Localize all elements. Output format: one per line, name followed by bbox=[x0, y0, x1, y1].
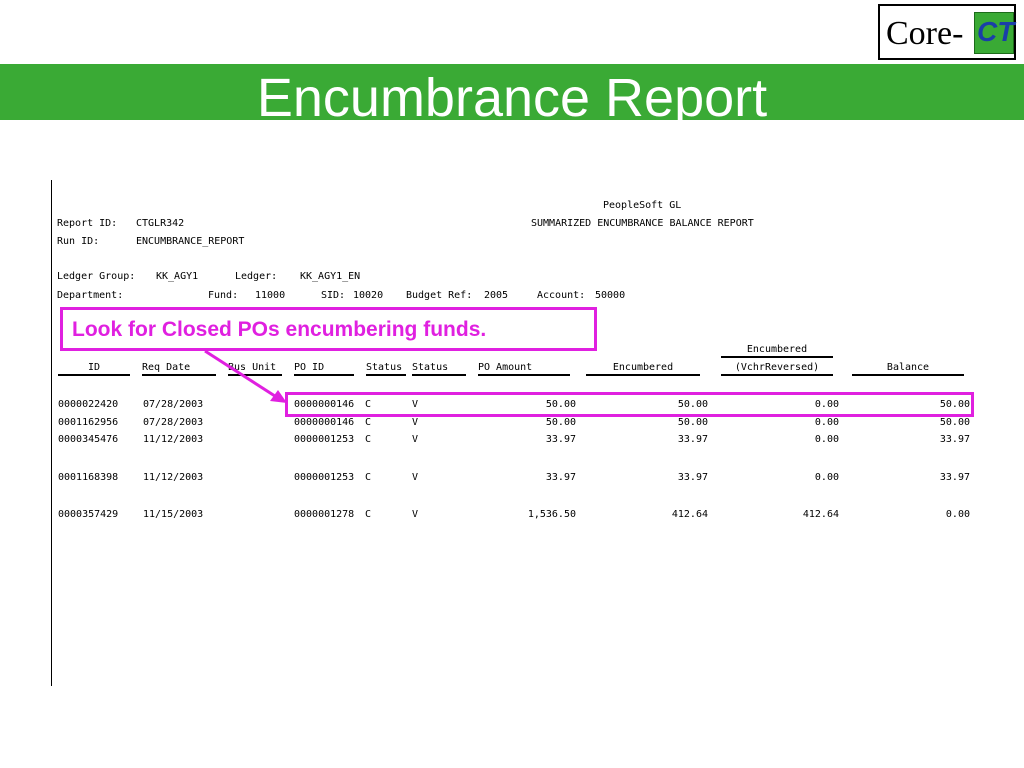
callout-text: Look for Closed POs encumbering funds. bbox=[72, 318, 487, 341]
callout-arrow bbox=[204, 349, 287, 403]
callout-box: Look for Closed POs encumbering funds. bbox=[60, 307, 597, 351]
